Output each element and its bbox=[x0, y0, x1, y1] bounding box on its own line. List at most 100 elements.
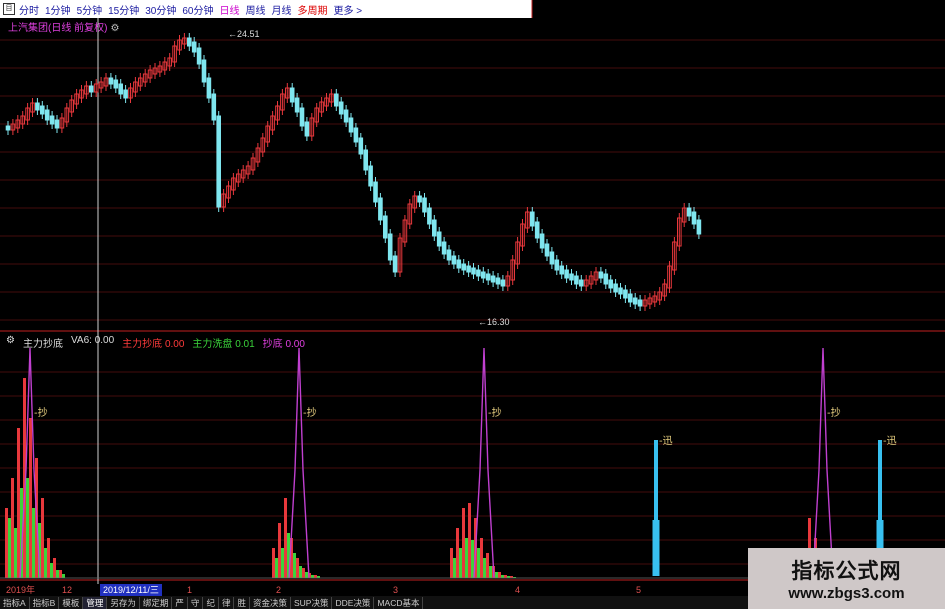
price-low-label: ←16.30 bbox=[478, 317, 510, 327]
candle-body bbox=[343, 109, 349, 123]
candle-body bbox=[338, 101, 344, 115]
stock-chart[interactable]: ←24.51 ←16.30 -迅 -迅 -抄 -抄 -抄 -抄 bbox=[0, 0, 945, 609]
main-xipan-bar bbox=[483, 558, 486, 578]
indicator-tab-4[interactable]: 另存为 bbox=[107, 596, 140, 609]
indicator-tab-14[interactable]: MACD基本 bbox=[374, 596, 424, 609]
main-xipan-bar bbox=[8, 518, 11, 578]
gear-icon[interactable]: ⚙ bbox=[6, 335, 15, 350]
candle-body bbox=[348, 117, 354, 133]
candle-body bbox=[373, 181, 378, 203]
main-xipan-bar bbox=[305, 572, 308, 578]
main-xipan-bar bbox=[275, 558, 278, 578]
indicator-tab-1[interactable]: 指标B bbox=[30, 596, 60, 609]
va6-label: VA6: bbox=[70, 335, 92, 346]
main-chaodi-bar bbox=[272, 548, 275, 578]
candle-body bbox=[294, 97, 300, 113]
main-chaodi-bar bbox=[468, 503, 471, 578]
indicator-tab-9[interactable]: 律 bbox=[219, 596, 235, 609]
candle-body bbox=[539, 233, 545, 249]
watermark: 指标公式网 www.zbgs3.com bbox=[748, 548, 945, 609]
main-chaodi-bar bbox=[47, 538, 50, 578]
main-xipan-bar bbox=[495, 572, 498, 578]
candle-body bbox=[289, 87, 295, 103]
price-high-label: ←24.51 bbox=[228, 29, 260, 39]
chao-signal-label: -抄 bbox=[827, 406, 841, 419]
watermark-url: www.zbgs3.com bbox=[788, 585, 905, 602]
candle-body bbox=[618, 287, 623, 295]
main-chaodi-bar bbox=[278, 523, 281, 578]
zhuli-chaodi-value: 0.00 bbox=[164, 339, 185, 350]
main-xipan-bar bbox=[501, 575, 504, 578]
candle-body bbox=[441, 241, 447, 255]
indicator-tab-13[interactable]: DDE决策 bbox=[332, 596, 375, 609]
x-axis-label-7: 5 bbox=[636, 585, 642, 595]
indicator-tab-10[interactable]: 胜 bbox=[234, 596, 250, 609]
indicator-tab-11[interactable]: 资金决策 bbox=[250, 596, 291, 609]
chao-signal-label: -抄 bbox=[488, 406, 502, 419]
main-xipan-bar bbox=[459, 548, 462, 578]
main-chaodi-bar bbox=[486, 553, 489, 578]
candle-body bbox=[696, 219, 702, 235]
main-chaodi-bar bbox=[456, 528, 459, 578]
chaodi-value: 0.00 bbox=[285, 339, 305, 350]
main-xipan-bar bbox=[465, 538, 468, 578]
indicator-tab-5[interactable]: 绑定期 bbox=[140, 596, 173, 609]
candle-body bbox=[564, 269, 569, 279]
indicator-tab-7[interactable]: 守 bbox=[188, 596, 204, 609]
chaodi-label: 抄底 bbox=[262, 339, 283, 350]
main-chaodi-bar bbox=[53, 558, 56, 578]
indicator-title: ⚙ 主力抄底 VA6: 0.00 主力抄底 0.00 主力洗盘 0.01 抄底 … bbox=[6, 335, 305, 350]
candle-body bbox=[417, 195, 422, 203]
x-axis-label-4: 2 bbox=[276, 585, 282, 595]
main-xipan-bar bbox=[44, 548, 47, 578]
main-xipan-bar bbox=[281, 548, 284, 578]
zhuli-chaodi-label: 主力抄底 bbox=[122, 339, 163, 350]
candle-body bbox=[534, 221, 540, 239]
candle-body bbox=[353, 127, 359, 143]
indicator-tab-6[interactable]: 严 bbox=[172, 596, 188, 609]
main-chaodi-bar bbox=[29, 418, 32, 578]
candle-body bbox=[358, 137, 364, 155]
main-xipan-bar bbox=[477, 548, 480, 578]
candle-body bbox=[495, 277, 501, 285]
indicator-tab-0[interactable]: 指标A bbox=[0, 596, 30, 609]
candle-body bbox=[304, 121, 310, 137]
x-axis-label-5: 3 bbox=[393, 585, 399, 595]
candle-body bbox=[451, 255, 457, 265]
candle-body bbox=[392, 255, 398, 273]
candle-body bbox=[89, 85, 94, 93]
indicator-tab-2[interactable]: 模板 bbox=[59, 596, 84, 609]
x-axis-label-0: 2019年 bbox=[6, 585, 36, 595]
candle-body bbox=[549, 251, 555, 265]
main-xipan-bar bbox=[32, 508, 35, 578]
main-chaodi-bar bbox=[302, 568, 305, 578]
candle-body bbox=[608, 279, 614, 289]
candle-body bbox=[530, 211, 535, 227]
candle-body bbox=[456, 259, 462, 269]
candle-body bbox=[436, 231, 442, 247]
indicator-tab-12[interactable]: SUP决策 bbox=[291, 596, 333, 609]
main-chaodi-bar bbox=[498, 572, 501, 578]
main-chaodi-bar bbox=[462, 508, 465, 578]
x-axis-label-1: 12 bbox=[62, 585, 73, 595]
indicator-tab-8[interactable]: 纪 bbox=[203, 596, 219, 609]
candle-body bbox=[628, 293, 633, 303]
candle-body bbox=[35, 102, 40, 111]
candle-body bbox=[196, 47, 202, 65]
candle-body bbox=[446, 249, 452, 261]
main-chaodi-bar bbox=[5, 508, 8, 578]
candle-body bbox=[54, 119, 60, 129]
main-chaodi-bar bbox=[59, 570, 62, 578]
candle-body bbox=[422, 197, 427, 213]
xun-signal-label: -迅 bbox=[883, 435, 897, 447]
candle-body bbox=[574, 275, 579, 285]
indicator-tab-3[interactable]: 管理 bbox=[83, 596, 108, 609]
xun-signal-label: -迅 bbox=[659, 435, 673, 447]
candle-body bbox=[206, 77, 212, 99]
candle-body bbox=[113, 79, 119, 89]
candle-body bbox=[387, 233, 393, 261]
candle-body bbox=[201, 59, 207, 83]
candle-body bbox=[554, 259, 560, 271]
candle-body bbox=[49, 115, 55, 125]
candle-body bbox=[299, 107, 305, 127]
